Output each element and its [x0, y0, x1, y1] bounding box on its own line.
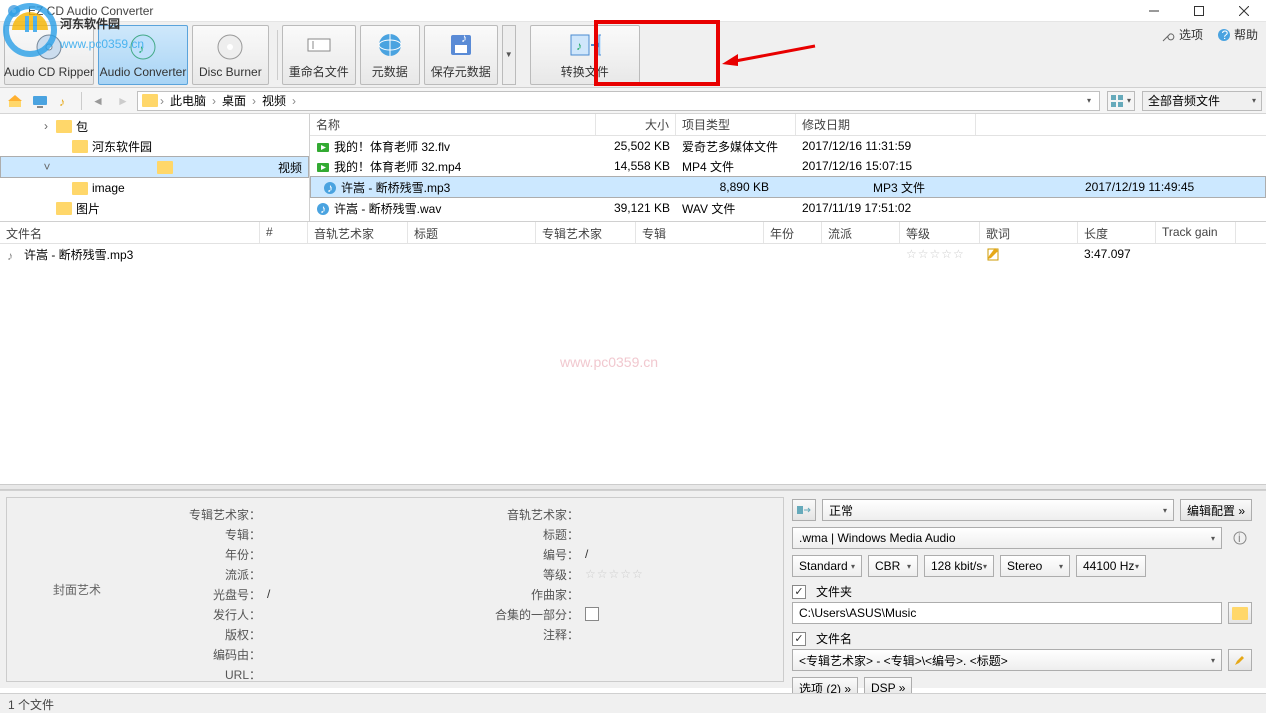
- svg-text:♪: ♪: [576, 39, 582, 53]
- maximize-button[interactable]: [1176, 0, 1221, 22]
- filename-pattern-select[interactable]: <专辑艺术家> - <专辑>\<编号>. <标题>▾: [792, 649, 1222, 671]
- metadata-button[interactable]: 元数据: [360, 25, 420, 85]
- svg-text:♪: ♪: [59, 95, 65, 108]
- tree-node[interactable]: 图片: [0, 198, 309, 218]
- metadata-panel: 封面艺术 专辑艺术家： 专辑： 年份： 流派： 光盘号：/ 发行人： 版权： 编…: [6, 497, 784, 682]
- file-list-header[interactable]: 名称 大小 项目类型 修改日期: [310, 114, 1266, 136]
- cd-icon: [33, 31, 65, 63]
- preset-select[interactable]: 正常▾: [822, 499, 1174, 521]
- file-row[interactable]: 我的！体育老师 32.mp414,558 KBMP4 文件2017/12/16 …: [310, 156, 1266, 176]
- main-toolbar: Audio CD Ripper ♪ Audio Converter Disc B…: [0, 22, 1266, 88]
- svg-text:?: ?: [1221, 28, 1228, 42]
- status-bar: 1 个文件: [0, 693, 1266, 713]
- edit-pattern-button[interactable]: [1228, 649, 1252, 671]
- back-button[interactable]: ◄: [87, 91, 109, 111]
- wrench-icon: [1162, 28, 1176, 42]
- close-button[interactable]: [1221, 0, 1266, 22]
- queue-header[interactable]: 文件名# 音轨艺术家标题 专辑艺术家专辑 年份流派 等级歌词 长度Track g…: [0, 222, 1266, 244]
- annotation-arrow: [720, 42, 820, 72]
- filename-checkbox[interactable]: [792, 632, 806, 646]
- help-icon: ?: [1217, 28, 1231, 42]
- ripper-button[interactable]: Audio CD Ripper: [4, 25, 94, 85]
- watermark-center: www.pc0359.cn: [560, 354, 658, 370]
- burner-button[interactable]: Disc Burner: [192, 25, 269, 85]
- convert-icon: ♪♪: [569, 29, 601, 61]
- format-select[interactable]: .wma | Windows Media Audio▾: [792, 527, 1222, 549]
- bitrate-select[interactable]: 128 kbit/s▾: [924, 555, 994, 577]
- converter-button[interactable]: ♪ Audio Converter: [98, 25, 188, 85]
- svg-text:♪: ♪: [320, 202, 326, 216]
- channels-select[interactable]: Stereo▾: [1000, 555, 1070, 577]
- note-icon: ♪: [127, 31, 159, 63]
- convert-button[interactable]: ♪♪ 转换文件: [530, 25, 640, 85]
- svg-text:♪: ♪: [7, 249, 13, 262]
- tree-node[interactable]: 河东软件园: [0, 136, 309, 156]
- rating-stars[interactable]: ☆☆☆☆☆: [585, 567, 644, 581]
- app-icon: [6, 3, 22, 19]
- file-row[interactable]: ♪许嵩 - 断桥残雪.wav39,121 KBWAV 文件2017/11/19 …: [310, 198, 1266, 218]
- samplerate-select[interactable]: 44100 Hz▾: [1076, 555, 1146, 577]
- home-button[interactable]: [4, 91, 26, 111]
- minimize-button[interactable]: [1131, 0, 1176, 22]
- tree-node[interactable]: ›包: [0, 116, 309, 136]
- bitrate-mode-select[interactable]: CBR▾: [868, 555, 918, 577]
- tree-node[interactable]: image: [0, 178, 309, 198]
- file-row[interactable]: 我的！体育老师 32.flv25,502 KB爱奇艺多媒体文件2017/12/1…: [310, 136, 1266, 156]
- breadcrumb-path[interactable]: › 此电脑› 桌面› 视频› ▾: [137, 91, 1100, 111]
- desktop-button[interactable]: [29, 91, 51, 111]
- music-button[interactable]: ♪: [54, 91, 76, 111]
- view-mode-button[interactable]: ▾: [1107, 91, 1135, 111]
- window-title: EZ CD Audio Converter: [28, 4, 153, 18]
- cover-art-area[interactable]: 封面艺术: [7, 498, 147, 681]
- preset-icon-button[interactable]: [792, 499, 816, 521]
- edit-preset-button[interactable]: 编辑配置 »: [1180, 499, 1252, 521]
- rename-button[interactable]: 重命名文件: [282, 25, 356, 85]
- rename-icon: [303, 29, 335, 61]
- savemeta-button[interactable]: ♪ 保存元数据: [424, 25, 498, 85]
- file-row[interactable]: ♪许嵩 - 断桥残雪.mp38,890 KBMP3 文件2017/12/19 1…: [310, 176, 1266, 198]
- svg-text:♪: ♪: [327, 181, 333, 195]
- breadcrumb-bar: ♪ ◄ ► › 此电脑› 桌面› 视频› ▾ ▾ 全部音频文件▾: [0, 88, 1266, 114]
- compilation-checkbox[interactable]: [585, 607, 599, 621]
- globe-icon: [374, 29, 406, 61]
- folder-checkbox[interactable]: [792, 585, 806, 599]
- quality-select[interactable]: Standard▾: [792, 555, 862, 577]
- svg-text:i: i: [1238, 531, 1241, 545]
- savemeta-dropdown[interactable]: ▼: [502, 25, 516, 85]
- file-list: 名称 大小 项目类型 修改日期 我的！体育老师 32.flv25,502 KB爱…: [310, 114, 1266, 221]
- tree-node[interactable]: ˅视频: [0, 156, 309, 178]
- help-link[interactable]: ?帮助: [1217, 26, 1258, 43]
- svg-text:♪: ♪: [138, 42, 144, 56]
- browse-folder-button[interactable]: [1228, 602, 1252, 624]
- title-bar: EZ CD Audio Converter: [0, 0, 1266, 22]
- save-icon: ♪: [445, 29, 477, 61]
- forward-button[interactable]: ►: [112, 91, 134, 111]
- format-info-button[interactable]: i: [1228, 527, 1252, 549]
- svg-text:♪: ♪: [461, 31, 467, 45]
- options-link[interactable]: 选项: [1162, 26, 1203, 43]
- folder-tree[interactable]: ›包河东软件园˅视频image图片: [0, 114, 310, 221]
- queue-list[interactable]: ♪许嵩 - 断桥残雪.mp3☆☆☆☆☆3:47.097 www.pc0359.c…: [0, 244, 1266, 484]
- disc-icon: [214, 31, 246, 63]
- file-filter-dropdown[interactable]: 全部音频文件▾: [1142, 91, 1262, 111]
- output-folder-input[interactable]: C:\Users\ASUS\Music: [792, 602, 1222, 624]
- queue-row[interactable]: ♪许嵩 - 断桥残雪.mp3☆☆☆☆☆3:47.097: [0, 244, 1266, 264]
- output-settings-panel: 正常▾ 编辑配置 » .wma | Windows Media Audio▾ i…: [790, 497, 1260, 682]
